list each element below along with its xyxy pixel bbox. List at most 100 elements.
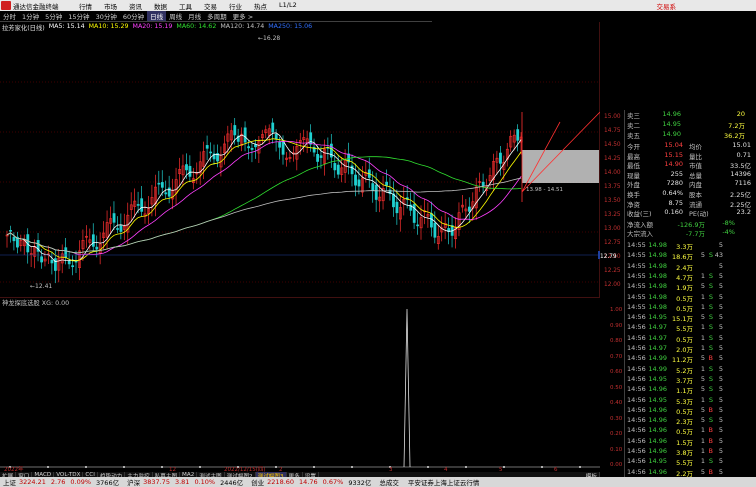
tick-count: 1	[700, 333, 705, 342]
tick-orders: 5	[718, 457, 723, 466]
tick-side: S	[708, 457, 713, 466]
period-tab[interactable]: 更多 >	[230, 11, 257, 21]
indicator-tick: 0.70	[610, 353, 623, 360]
tick-time: 14:56	[627, 364, 646, 373]
tick-orders: 5	[718, 344, 723, 352]
ask-price: 14.90	[662, 130, 681, 138]
stat-row: 换手 0.64% 股本 2.25亿	[627, 189, 755, 199]
tick-price: 14.97	[648, 333, 667, 342]
stat-row: 外盘 7280 内盘 7116	[627, 179, 755, 189]
stat-label: 总量	[689, 171, 702, 180]
tick-volume: 15.1万	[672, 315, 693, 324]
tick-row: 14:56 14.96 1.5万 1 B 5	[627, 436, 755, 447]
ask-volume: 7.2万	[728, 122, 745, 130]
menu-item[interactable]: 交易	[198, 1, 223, 11]
menu-item[interactable]: 行业	[223, 1, 248, 11]
tick-count: 5	[700, 251, 705, 260]
ask-price: 14.96	[662, 110, 681, 118]
tick-side: B	[708, 447, 713, 455]
tick-row: 14:56 14.97 5.5万 1 S 5	[627, 323, 755, 333]
menu-item[interactable]: 热点	[248, 1, 273, 11]
app-window: 通达信金融终端 行情 市场 资讯 数据 工具 交易 行业 热点 L1/L2 交易…	[0, 0, 756, 487]
tick-count: 5	[700, 354, 705, 363]
tick-side: S	[708, 292, 713, 301]
stat-row: 净资 8.75 流通 2.25亿	[627, 199, 755, 209]
app-logo-icon	[1, 1, 11, 10]
tick-price: 14.98	[648, 271, 667, 280]
tick-price: 14.96	[648, 436, 667, 445]
index-name[interactable]: 沪深	[127, 477, 140, 487]
period-tab[interactable]: 5分钟	[42, 11, 65, 21]
tick-count: 1	[700, 292, 705, 301]
tick-count: 1	[700, 271, 705, 280]
menu-item[interactable]: 数据	[148, 1, 173, 11]
baseline-dot	[161, 466, 163, 468]
tick-count: 1	[700, 323, 705, 332]
baseline-dot	[503, 466, 505, 468]
tick-price: 14.97	[648, 344, 667, 352]
stat-label: 量比	[689, 152, 702, 161]
period-tab[interactable]: 周线	[166, 11, 185, 21]
stat-row: 收益(三) 0.160 PE(动) 23.2	[627, 208, 755, 219]
period-tab[interactable]: 1分钟	[19, 11, 42, 21]
index-value: 3837.75	[143, 478, 170, 486]
tick-price: 14.95	[648, 374, 667, 383]
trade-button[interactable]: 交易系	[657, 1, 677, 11]
index-name[interactable]: 创业	[251, 477, 264, 487]
period-tab[interactable]: 60分钟	[120, 11, 147, 21]
tick-orders: 5	[718, 292, 723, 301]
tick-price: 14.95	[648, 313, 667, 322]
index-percent: 0.67%	[322, 478, 344, 486]
tick-time: 14:56	[627, 457, 646, 466]
news-ticker[interactable]: 平安证券上海上证云行情	[408, 477, 480, 487]
kline-chart[interactable]: ←16.28 ←12.41 13.98 - 14.51	[0, 22, 600, 297]
stat-value: 7280	[666, 179, 683, 188]
period-tab[interactable]: 日线	[147, 11, 167, 21]
tick-volume: 1.1万	[676, 387, 693, 396]
stat-label: 收益(三)	[627, 210, 652, 219]
period-tab[interactable]: 30分钟	[93, 11, 120, 21]
index-percent: 0.10%	[194, 478, 216, 486]
tick-row: 14:55 14.98 0.5万 1 S 5	[627, 292, 755, 303]
period-tab[interactable]: 15分钟	[65, 11, 92, 21]
tick-orders: 43	[714, 251, 723, 260]
period-tab[interactable]: 多周期	[204, 11, 230, 21]
tick-count: 5	[700, 385, 705, 394]
stat-label: 均价	[689, 143, 702, 151]
stat-label: 最低	[627, 162, 640, 171]
tick-row: 14:56 14.95 3.7万 5 S 5	[627, 374, 755, 385]
menu-item[interactable]: L1/L2	[273, 1, 303, 11]
tick-side: S	[708, 313, 713, 322]
stat-label: 市值	[689, 162, 702, 171]
baseline-dot	[85, 466, 87, 468]
menu-item[interactable]: 行情	[73, 1, 98, 11]
stat-label: 换手	[627, 191, 640, 199]
period-tab[interactable]: 分时	[0, 11, 19, 21]
tick-side	[705, 262, 713, 270]
tick-orders: 5	[718, 241, 723, 249]
stat-row: 今开 15.04 均价 15.01	[627, 141, 755, 151]
ma20-label: MA20: 15.19	[132, 23, 173, 30]
ma5-label: MA5: 15.14	[48, 23, 85, 30]
price-tick: 13.00	[604, 226, 621, 232]
price-tick: 14.75	[604, 128, 621, 134]
ma60-label: MA60: 14.62	[176, 23, 217, 30]
index-value: 2218.60	[267, 478, 295, 486]
menu-item[interactable]: 市场	[98, 1, 123, 11]
stat-value: 0.64%	[662, 189, 683, 197]
tick-price: 14.96	[648, 426, 667, 435]
tick-side	[705, 241, 713, 249]
tick-price: 14.98	[648, 292, 667, 301]
tick-count	[693, 262, 705, 270]
indicator-chart[interactable]: 2022年 12 2022/12/15(四) 2 3 4 5 6	[0, 297, 600, 472]
stock-name: 拉芳家化(日线)	[2, 25, 45, 32]
stat-value: 33.5亿	[730, 162, 751, 171]
stat-row: 最低 14.90 市值 33.5亿	[627, 160, 755, 171]
menu-item[interactable]: 工具	[173, 1, 198, 11]
stat-label: 最高	[627, 152, 640, 161]
stat-label: 股本	[689, 191, 702, 199]
period-tab[interactable]: 月线	[185, 11, 204, 21]
menu-item[interactable]: 资讯	[123, 1, 148, 11]
price-tick: 13.25	[604, 212, 621, 218]
index-name[interactable]: 上证	[3, 477, 16, 487]
